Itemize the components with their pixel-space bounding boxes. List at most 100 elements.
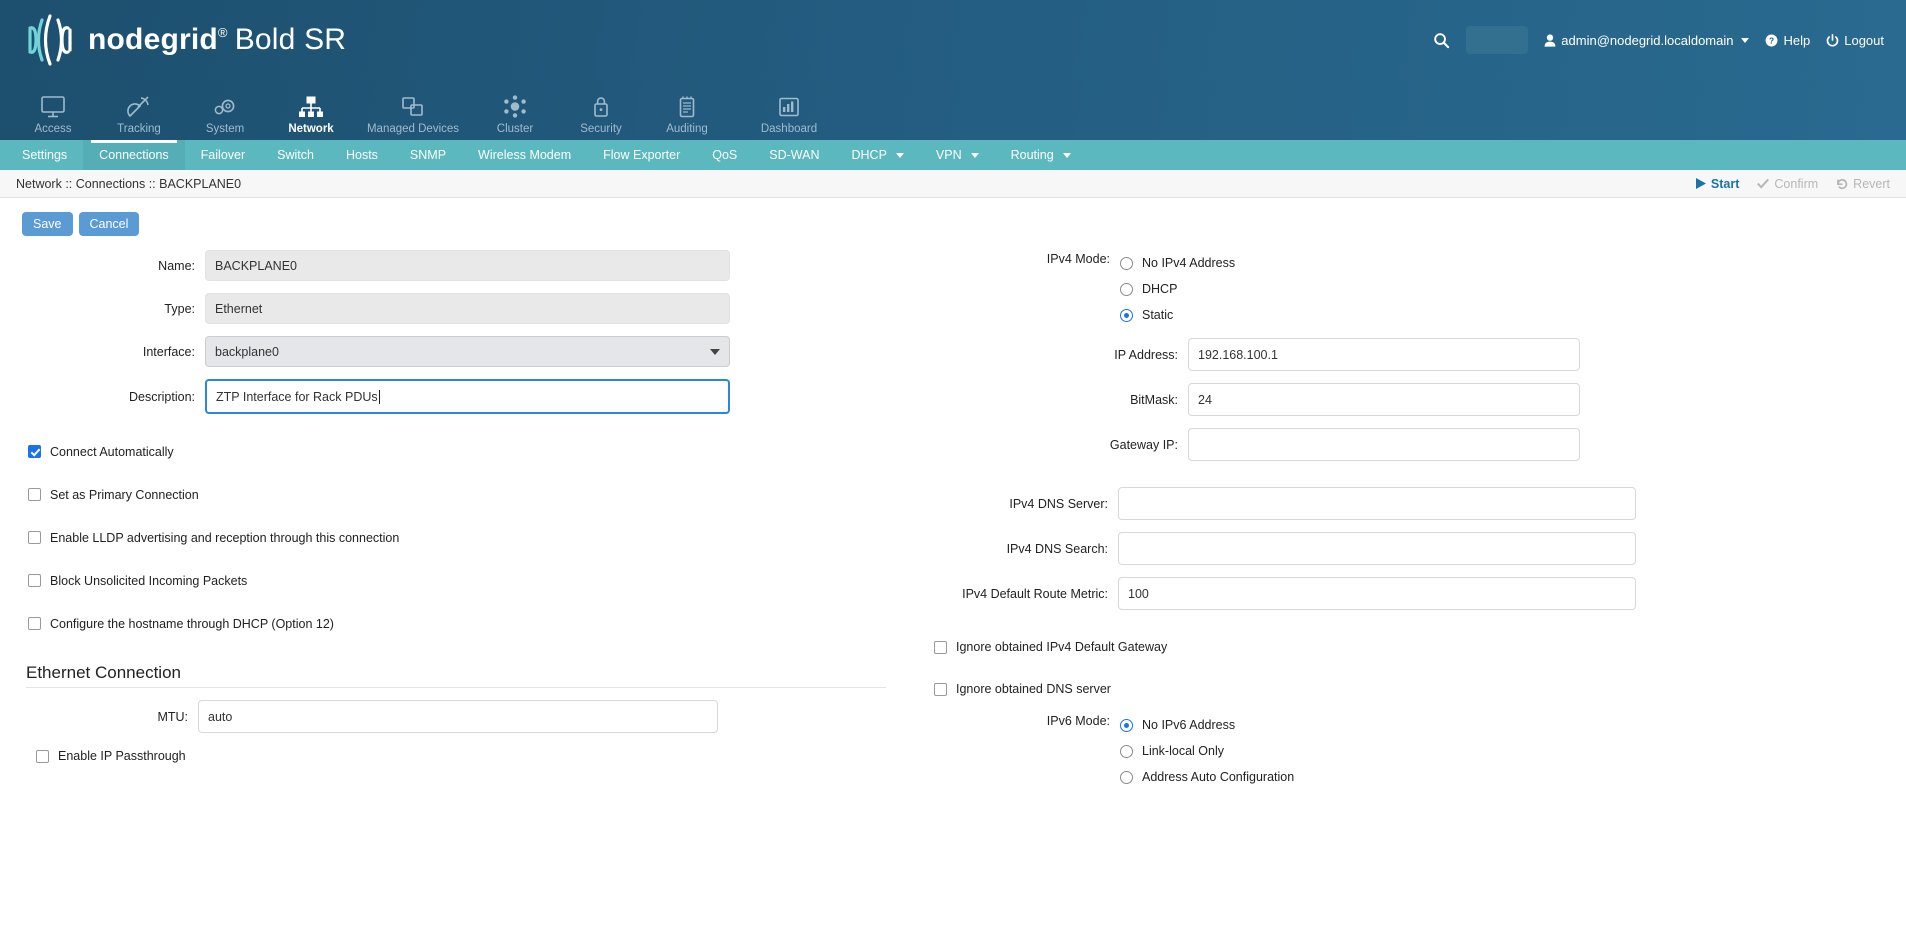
connection-form: Name: BACKPLANE0 Type: Ethernet Interfac… xyxy=(0,236,1906,799)
checkbox-label: Set as Primary Connection xyxy=(50,487,199,502)
logout-label: Logout xyxy=(1844,32,1884,48)
subnav-item-flow-exporter[interactable]: Flow Exporter xyxy=(587,140,696,170)
radio-no-ipv6-address[interactable]: No IPv6 Address xyxy=(1120,712,1294,738)
ipv4-dns-server-input[interactable] xyxy=(1118,487,1636,520)
subnav-item-switch[interactable]: Switch xyxy=(261,140,330,170)
nav-item-auditing[interactable]: Auditing xyxy=(644,91,730,140)
revert-button[interactable]: Revert xyxy=(1836,177,1890,191)
checkbox-ignore-obtained-dns-server[interactable]: Ignore obtained DNS server xyxy=(934,668,1906,710)
cluster-nodes-icon xyxy=(502,91,528,119)
start-button[interactable]: Start xyxy=(1695,177,1739,191)
ipv6-mode-row: IPv6 Mode: No IPv6 Address Link-local On… xyxy=(920,712,1906,790)
nav-item-system[interactable]: System xyxy=(182,91,268,140)
subnav-item-wireless-modem[interactable]: Wireless Modem xyxy=(462,140,587,170)
description-input[interactable]: ZTP Interface for Rack PDUs xyxy=(205,379,730,414)
help-button[interactable]: ? Help xyxy=(1765,33,1810,48)
field-ipv4-default-route-metric-row: IPv4 Default Route Metric: 100 xyxy=(920,577,1906,610)
nav-item-tracking[interactable]: Tracking xyxy=(96,91,182,140)
logout-button[interactable]: Logout xyxy=(1826,33,1884,48)
checkbox-label: Enable LLDP advertising and reception th… xyxy=(50,530,400,545)
nav-item-access[interactable]: Access xyxy=(10,91,96,140)
field-ipv4-dns-server-row: IPv4 DNS Server: xyxy=(920,487,1906,520)
ipv4-dns-search-input[interactable] xyxy=(1118,532,1636,565)
notepad-icon xyxy=(674,91,700,119)
field-ip-address-row: IP Address: 192.168.100.1 xyxy=(920,338,1906,371)
search-input[interactable] xyxy=(1466,26,1529,54)
checkbox-box xyxy=(28,488,41,501)
ip-address-label: IP Address: xyxy=(1114,347,1178,362)
radio-label: Address Auto Configuration xyxy=(1142,770,1295,784)
app-header: nodegrid ® Bold SR admin@nodegrid.localdom… xyxy=(0,0,1906,80)
radio-no-ipv4-address[interactable]: No IPv4 Address xyxy=(1120,250,1235,276)
radio-dhcp[interactable]: DHCP xyxy=(1120,276,1235,302)
checkbox-label: Block Unsolicited Incoming Packets xyxy=(50,573,248,588)
nodegrid-logo-icon xyxy=(28,14,72,66)
bitmask-input[interactable]: 24 xyxy=(1188,383,1580,416)
description-value: ZTP Interface for Rack PDUs xyxy=(216,389,378,404)
checkbox-enable-ip-passthrough[interactable]: Enable IP Passthrough xyxy=(36,749,886,763)
checkbox-label: Ignore obtained DNS server xyxy=(956,682,1111,696)
mtu-input[interactable]: auto xyxy=(198,700,718,733)
chevron-down-icon xyxy=(710,348,720,355)
nav-label: Managed Devices xyxy=(366,123,460,135)
subnav-item-hosts[interactable]: Hosts xyxy=(330,140,394,170)
subnav-item-dhcp[interactable]: DHCP xyxy=(835,140,919,170)
ipv4-mode-label: IPv4 Mode: xyxy=(1046,252,1110,266)
ip-address-input[interactable]: 192.168.100.1 xyxy=(1188,338,1580,371)
nav-item-network[interactable]: Network xyxy=(268,91,354,140)
subnav-item-settings[interactable]: Settings xyxy=(6,140,83,170)
checkbox-block-unsolicited-packets[interactable]: Block Unsolicited Incoming Packets xyxy=(28,563,920,598)
ipv6-mode-radio-group: No IPv6 Address Link-local Only Address … xyxy=(1120,712,1294,790)
checkbox-box xyxy=(28,445,41,458)
subnav-item-routing[interactable]: Routing xyxy=(995,140,1087,170)
interface-label: Interface: xyxy=(142,344,195,359)
nav-item-managed-devices[interactable]: Managed Devices xyxy=(354,91,472,140)
checkbox-configure-hostname-dhcp[interactable]: Configure the hostname through DHCP (Opt… xyxy=(28,606,920,641)
checkbox-ignore-ipv4-default-gateway[interactable]: Ignore obtained IPv4 Default Gateway xyxy=(934,626,1906,668)
subnav-item-qos[interactable]: QoS xyxy=(696,140,753,170)
field-ipv4-dns-search-row: IPv4 DNS Search: xyxy=(920,532,1906,565)
checkbox-box xyxy=(934,682,947,696)
main-navigation: Access Tracking System Network Managed D… xyxy=(0,80,1906,140)
field-mtu-row: MTU: auto xyxy=(26,700,886,733)
help-label: Help xyxy=(1783,32,1811,48)
sub-navigation: Settings Connections Failover Switch Hos… xyxy=(0,140,1906,170)
check-icon xyxy=(1757,178,1770,189)
checkbox-enable-lldp[interactable]: Enable LLDP advertising and reception th… xyxy=(28,520,920,555)
radio-link-local-only[interactable]: Link-local Only xyxy=(1120,738,1294,764)
subnav-item-sd-wan[interactable]: SD-WAN xyxy=(753,140,835,170)
subnav-item-snmp[interactable]: SNMP xyxy=(394,140,462,170)
user-email: admin@nodegrid.localdomain xyxy=(1561,32,1734,48)
nav-item-security[interactable]: Security xyxy=(558,91,644,140)
user-menu[interactable]: admin@nodegrid.localdomain xyxy=(1544,32,1750,48)
checkbox-set-as-primary-connection[interactable]: Set as Primary Connection xyxy=(28,477,920,512)
field-gateway-ip-row: Gateway IP: xyxy=(920,428,1906,461)
interface-value: backplane0 xyxy=(215,344,279,359)
ipv4-default-route-metric-input[interactable]: 100 xyxy=(1118,577,1636,610)
chart-report-icon xyxy=(776,91,802,119)
search-icon[interactable] xyxy=(1433,32,1450,49)
radio-static[interactable]: Static xyxy=(1120,302,1235,328)
radio-label: DHCP xyxy=(1142,282,1178,296)
product-model: Bold SR xyxy=(234,23,347,56)
type-label: Type: xyxy=(164,301,195,316)
subnav-item-failover[interactable]: Failover xyxy=(185,140,261,170)
subnav-item-connections[interactable]: Connections xyxy=(83,140,185,170)
cancel-button[interactable]: Cancel xyxy=(78,212,140,236)
interface-select[interactable]: backplane0 xyxy=(205,336,730,367)
checkbox-label: Enable IP Passthrough xyxy=(58,749,186,763)
network-tree-icon xyxy=(298,91,324,119)
gateway-ip-input[interactable] xyxy=(1188,428,1580,461)
checkbox-connect-automatically[interactable]: Connect Automatically xyxy=(28,434,920,469)
nav-label: System xyxy=(205,123,245,135)
subnav-label: SNMP xyxy=(409,148,447,162)
field-name-row: Name: BACKPLANE0 xyxy=(0,250,920,281)
save-button[interactable]: Save xyxy=(22,212,73,236)
confirm-button[interactable]: Confirm xyxy=(1757,177,1818,191)
ipv4-mode-row: IPv4 Mode: No IPv4 Address DHCP Static xyxy=(920,250,1906,328)
nav-item-cluster[interactable]: Cluster xyxy=(472,91,558,140)
nav-item-dashboard[interactable]: Dashboard xyxy=(730,91,848,140)
radio-label: No IPv4 Address xyxy=(1142,256,1236,270)
radio-address-auto-configuration[interactable]: Address Auto Configuration xyxy=(1120,764,1294,790)
subnav-item-vpn[interactable]: VPN xyxy=(920,140,995,170)
